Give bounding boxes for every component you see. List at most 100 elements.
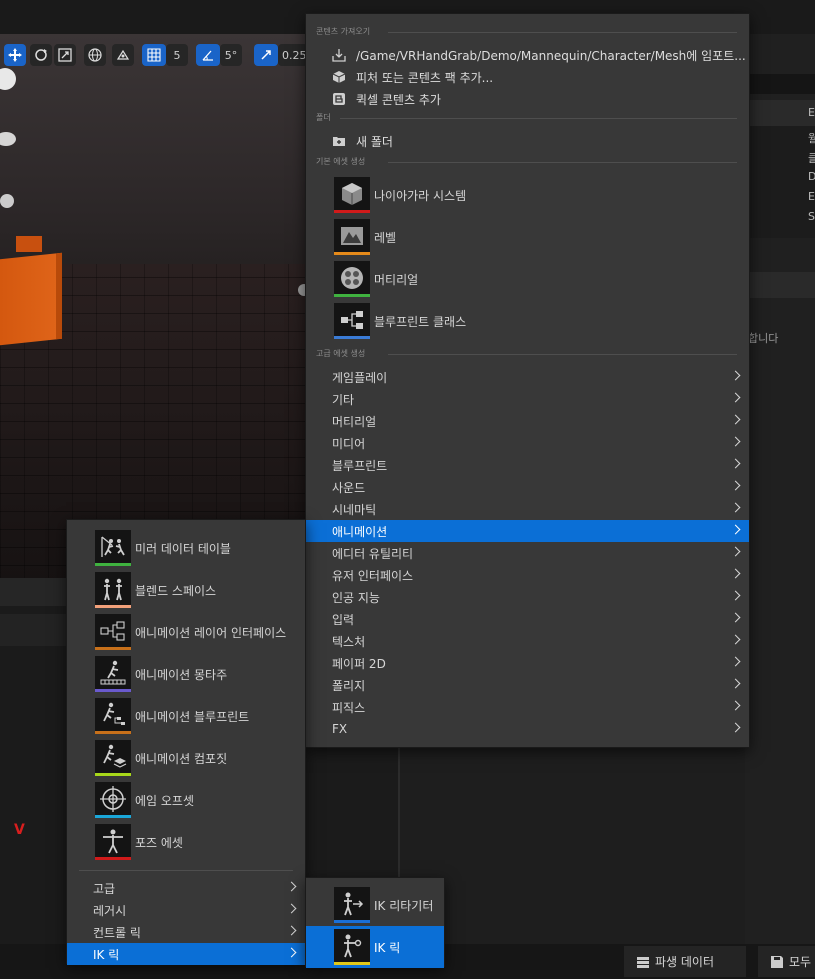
submenu-advanced[interactable]: 고급 — [67, 877, 305, 899]
move-icon — [8, 48, 22, 62]
create-anim-blueprint-item[interactable]: 애니메이션 블루프린트 — [67, 695, 305, 737]
chevron-right-icon — [730, 612, 741, 623]
import-to-path-item[interactable]: /Game/VRHandGrab/Demo/Mannequin/Characte… — [306, 44, 749, 66]
section-divider — [340, 118, 737, 119]
chevron-right-icon — [730, 392, 741, 403]
create-ik-rig-label: IK 릭 — [374, 940, 401, 955]
category-paper-2d[interactable]: 페이퍼 2D — [306, 652, 749, 674]
chevron-right-icon — [730, 436, 741, 447]
translate-tool-button[interactable] — [4, 44, 26, 66]
ik-rig-submenu: IK 리타기터 IK 릭 — [305, 877, 445, 968]
category-label: 머티리얼 — [332, 414, 377, 429]
create-mirror-data-table-item[interactable]: 미러 데이터 테이블 — [67, 527, 305, 569]
scale-tool-button[interactable] — [54, 44, 76, 66]
new-folder-item[interactable]: 새 폴더 — [306, 130, 749, 152]
viewport-reflection-icon — [0, 194, 14, 208]
scale-snap-toggle[interactable] — [254, 44, 278, 66]
create-aim-offset-item[interactable]: 에임 오프셋 — [67, 779, 305, 821]
submenu-legacy[interactable]: 레거시 — [67, 899, 305, 921]
category-label: 인공 지능 — [332, 590, 380, 605]
category-label: 유저 인터페이스 — [332, 568, 414, 583]
create-niagara-system-item[interactable]: 나이아가라 시스템 — [306, 174, 749, 216]
chevron-right-icon — [286, 881, 297, 892]
derived-data-label: 파생 데이터 — [655, 955, 715, 969]
category-label: 기타 — [332, 392, 355, 407]
create-material-item[interactable]: 머티리얼 — [306, 258, 749, 300]
section-divider — [388, 354, 737, 355]
orange-prop-top — [16, 236, 42, 252]
orange-box-mesh[interactable] — [0, 252, 62, 346]
category-label: 입력 — [332, 612, 355, 627]
section-divider — [388, 32, 737, 33]
category-material[interactable]: 머티리얼 — [306, 410, 749, 432]
save-all-button[interactable]: 모두 — [758, 946, 815, 977]
category-sound[interactable]: 사운드 — [306, 476, 749, 498]
scale-icon — [58, 48, 72, 62]
category-animation[interactable]: 애니메이션 — [306, 520, 749, 542]
category-media[interactable]: 미디어 — [306, 432, 749, 454]
chevron-right-icon — [286, 947, 297, 958]
grid-snap-value[interactable]: 5 — [166, 44, 188, 66]
surface-snap-button[interactable] — [112, 44, 134, 66]
rotate-icon — [35, 49, 47, 61]
category-ai[interactable]: 인공 지능 — [306, 586, 749, 608]
chevron-right-icon — [286, 925, 297, 936]
quixel-icon — [332, 92, 346, 106]
create-ik-retargeter-item[interactable]: IK 리타기터 — [306, 884, 444, 926]
create-ik-retargeter-label: IK 리타기터 — [374, 898, 434, 913]
world-space-button[interactable] — [84, 44, 106, 66]
right-panel-col-letter: E — [808, 106, 815, 119]
right-panel-col-letter: E — [808, 190, 815, 203]
angle-snap-toggle[interactable] — [196, 44, 220, 66]
section-basic-label: 기본 에셋 생성 — [316, 157, 366, 166]
create-anim-composite-item[interactable]: 애니메이션 컴포짓 — [67, 737, 305, 779]
red-glyph: V — [14, 822, 25, 838]
save-all-label: 모두 — [789, 955, 812, 969]
right-panel-col-letter: S — [808, 210, 815, 223]
category-texture[interactable]: 텍스처 — [306, 630, 749, 652]
grid-snap-toggle[interactable] — [142, 44, 166, 66]
add-quixel-content-label: 퀵셀 콘텐츠 추가 — [356, 92, 441, 107]
category-user-interface[interactable]: 유저 인터페이스 — [306, 564, 749, 586]
pose-asset-icon — [95, 824, 131, 860]
chevron-right-icon — [730, 524, 741, 535]
angle-snap-value[interactable]: 5° — [220, 44, 242, 66]
menu-divider — [79, 870, 293, 871]
right-panel-header — [745, 100, 815, 126]
right-panel-search[interactable] — [745, 74, 815, 94]
create-anim-layer-interface-item[interactable]: 애니메이션 레이어 인터페이스 — [67, 611, 305, 653]
create-blend-space-item[interactable]: 블렌드 스페이스 — [67, 569, 305, 611]
submenu-control-rig[interactable]: 컨트롤 릭 — [67, 921, 305, 943]
category-blueprint[interactable]: 블루프린트 — [306, 454, 749, 476]
category-physics[interactable]: 피직스 — [306, 696, 749, 718]
create-anim-montage-item[interactable]: 애니메이션 몽타주 — [67, 653, 305, 695]
anim-montage-icon — [95, 656, 131, 692]
add-feature-pack-item[interactable]: 피처 또는 콘텐츠 팩 추가... — [306, 66, 749, 88]
category-cinematic[interactable]: 시네마틱 — [306, 498, 749, 520]
new-folder-label: 새 폴더 — [356, 134, 393, 149]
category-editor-utility[interactable]: 에디터 유틸리티 — [306, 542, 749, 564]
submenu-ik-rig[interactable]: IK 릭 — [67, 943, 305, 965]
create-pose-asset-item[interactable]: 포즈 에셋 — [67, 821, 305, 863]
category-fx[interactable]: FX — [306, 718, 749, 740]
right-panel-col-letter: 클 — [808, 152, 815, 165]
rotate-tool-button[interactable] — [30, 44, 52, 66]
scale-snap-value[interactable]: 0.25 — [278, 44, 308, 66]
chevron-right-icon — [730, 568, 741, 579]
surface-snap-icon — [116, 49, 130, 60]
category-label: 시네마틱 — [332, 502, 377, 517]
section-advanced-label: 고급 에셋 생성 — [316, 349, 366, 358]
category-gameplay[interactable]: 게임플레이 — [306, 366, 749, 388]
submenu-label: 고급 — [93, 881, 116, 896]
category-input[interactable]: 입력 — [306, 608, 749, 630]
category-label: 피직스 — [332, 700, 366, 715]
create-anim-blueprint-label: 애니메이션 블루프린트 — [135, 709, 250, 724]
create-ik-rig-item[interactable]: IK 릭 — [306, 926, 444, 968]
category-misc[interactable]: 기타 — [306, 388, 749, 410]
material-icon — [334, 261, 370, 297]
derived-data-button[interactable]: 파생 데이터 — [624, 946, 746, 977]
add-quixel-content-item[interactable]: 퀵셀 콘텐츠 추가 — [306, 88, 749, 110]
create-blueprint-class-item[interactable]: 블루프린트 클래스 — [306, 300, 749, 342]
category-foliage[interactable]: 폴리지 — [306, 674, 749, 696]
create-level-item[interactable]: 레벨 — [306, 216, 749, 258]
